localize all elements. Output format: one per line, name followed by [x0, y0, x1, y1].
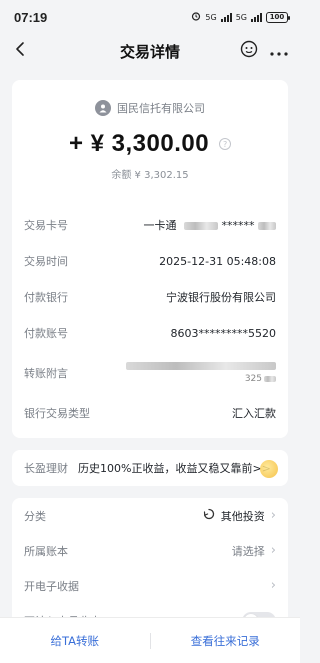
detail-value: 2025-12-31 05:48:08 — [159, 254, 276, 268]
redacted-block — [264, 375, 276, 382]
account-value: 请选择 — [231, 544, 265, 558]
payee-name: 国民信托有限公司 — [117, 102, 205, 115]
promo-banner[interactable]: 长盈理财 历史100%正收益，收益又稳又靠前>> — [12, 450, 288, 486]
status-time: 07:19 — [14, 9, 48, 25]
detail-label: 付款银行 — [24, 291, 68, 304]
chevron-right-icon: › — [270, 508, 276, 523]
detail-row-bank: 付款银行 宁波银行股份有限公司 — [24, 279, 276, 315]
transaction-amount: + ¥ 3,300.00 — [68, 130, 210, 157]
detail-list: 交易卡号 一卡通 ****** 交易时间 2025-12-31 05:48:08… — [24, 207, 276, 431]
detail-row-memo: 转账附言 325 — [24, 351, 276, 395]
detail-value: 8603*********5520 — [170, 326, 277, 340]
back-icon[interactable] — [14, 41, 28, 61]
status-icons: 5G 5G 100 — [191, 11, 290, 23]
more-icon[interactable] — [270, 42, 288, 61]
payee-avatar-icon — [95, 100, 111, 116]
investment-icon — [203, 508, 215, 523]
net-label-2: 5G — [235, 12, 247, 22]
promo-label: 长盈理财 — [24, 462, 68, 475]
detail-value: 宁波银行股份有限公司 — [166, 291, 276, 304]
redacted-block — [258, 222, 276, 230]
chevron-right-icon: › — [270, 543, 276, 558]
memo-partial: 325 — [245, 374, 276, 384]
detail-label: 付款账号 — [24, 327, 68, 340]
help-icon[interactable]: ? — [219, 138, 232, 150]
assistant-icon[interactable] — [240, 40, 258, 62]
battery-icon: 100 — [266, 11, 290, 23]
receipt-label: 开电子收据 — [24, 579, 79, 593]
detail-label: 转账附言 — [24, 367, 68, 380]
category-value: 其他投资 — [220, 509, 265, 523]
detail-row-type: 银行交易类型 汇入汇款 — [24, 395, 276, 431]
bottom-action-bar: 给TA转账 查看往来记录 — [0, 617, 300, 663]
category-label: 分类 — [24, 509, 46, 523]
coin-icon — [260, 460, 278, 478]
category-row[interactable]: 分类 其他投资 › — [24, 498, 276, 533]
memo-partial-text: 325 — [244, 374, 262, 384]
payee[interactable]: 国民信托有限公司 — [24, 100, 276, 116]
receipt-row[interactable]: 开电子收据 › — [24, 568, 276, 603]
chevron-right-icon: › — [270, 578, 276, 593]
amount-row: + ¥ 3,300.00 ? — [24, 130, 276, 158]
history-button[interactable]: 查看往来记录 — [151, 633, 301, 649]
card-type-text: 一卡通 — [143, 219, 177, 232]
detail-label: 交易卡号 — [24, 219, 68, 232]
account-row[interactable]: 所属账本 请选择 › — [24, 533, 276, 568]
status-bar: 07:19 5G 5G 100 — [0, 0, 300, 34]
card-number-value: 一卡通 ****** — [143, 217, 276, 233]
alarm-icon — [191, 11, 201, 23]
transaction-card: 国民信托有限公司 + ¥ 3,300.00 ? 余额 ¥ 3,302.15 交易… — [12, 80, 288, 438]
promo-text: 历史100%正收益，收益又稳又靠前>> — [78, 462, 271, 475]
net-label-1: 5G — [205, 12, 217, 22]
detail-label: 银行交易类型 — [24, 407, 90, 420]
redacted-block — [126, 362, 276, 370]
account-label: 所属账本 — [24, 544, 68, 558]
detail-value: 汇入汇款 — [232, 407, 276, 420]
redacted-block — [184, 222, 218, 230]
card-masked: ****** — [221, 219, 255, 232]
signal-icon-2 — [251, 12, 262, 22]
transfer-button[interactable]: 给TA转账 — [0, 633, 150, 649]
navigation-bar: 交易详情 — [0, 34, 300, 68]
detail-row-time: 交易时间 2025-12-31 05:48:08 — [24, 243, 276, 279]
detail-row-card: 交易卡号 一卡通 ****** — [24, 207, 276, 243]
memo-value: 325 — [126, 362, 276, 384]
signal-icon — [220, 12, 232, 22]
detail-label: 交易时间 — [24, 255, 68, 268]
balance: 余额 ¥ 3,302.15 — [111, 170, 189, 181]
detail-row-account: 付款账号 8603*********5520 — [24, 315, 276, 351]
